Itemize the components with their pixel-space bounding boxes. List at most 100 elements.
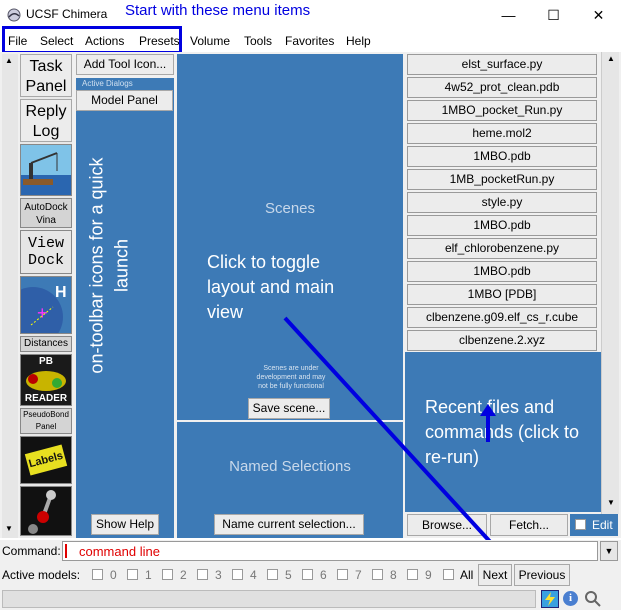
info-icon[interactable]: i — [563, 591, 578, 606]
recent-item[interactable]: 1MBO.pdb — [407, 146, 597, 167]
menu-tools[interactable]: Tools — [244, 34, 272, 48]
active-models-bar: Active models: 0 1 2 3 4 5 6 7 8 9 All N… — [0, 562, 621, 588]
recent-item[interactable]: 1MBO [PDB] — [407, 284, 597, 305]
active-dialogs-panel: Active Dialogs Model Panel on-toolbar ic… — [76, 78, 174, 538]
model-checkbox-7[interactable] — [337, 569, 348, 580]
main-area: Task Panel Reply Log AutoDock Vina View … — [0, 52, 621, 538]
model-label: 5 — [285, 568, 292, 582]
annotation-recent-files: Recent files and commands (click to re-r… — [425, 397, 580, 467]
recent-item[interactable]: elf_chlorobenzene.py — [407, 238, 597, 259]
annotation-menu-highlight — [2, 26, 182, 54]
recent-item[interactable]: 1MBO.pdb — [407, 215, 597, 236]
recent-scrollbar[interactable]: ▲ ▼ — [601, 52, 619, 514]
model-label: 2 — [180, 568, 187, 582]
command-history-dropdown[interactable]: ▼ — [600, 541, 618, 561]
model-label: 1 — [145, 568, 152, 582]
search-icon[interactable] — [584, 590, 602, 608]
model-checkbox-1[interactable] — [127, 569, 138, 580]
maximize-button[interactable]: ☐ — [531, 0, 576, 30]
autodock-vina-label: AutoDock Vina — [24, 202, 68, 226]
close-button[interactable]: ✕ — [576, 0, 621, 30]
autodock-vina-button[interactable]: AutoDock Vina — [20, 198, 72, 228]
menu-help[interactable]: Help — [346, 34, 371, 48]
tool-toolbar: Task Panel Reply Log AutoDock Vina View … — [3, 54, 72, 538]
command-bar: Command: command line ▼ — [0, 540, 621, 562]
menu-volume[interactable]: Volume — [190, 34, 230, 48]
model-label: 7 — [355, 568, 362, 582]
labels-icon[interactable]: Labels — [20, 436, 72, 484]
pb-reader-bottom-label: READER — [24, 393, 68, 404]
model-label: 6 — [320, 568, 327, 582]
model-checkbox-3[interactable] — [197, 569, 208, 580]
model-checkbox-9[interactable] — [407, 569, 418, 580]
pb-reader-icon[interactable]: PB READER — [20, 354, 72, 406]
model-checkbox-2[interactable] — [162, 569, 173, 580]
model-label: 4 — [250, 568, 257, 582]
show-help-button[interactable]: Show Help — [91, 514, 159, 535]
task-panel-button[interactable]: Task Panel — [20, 54, 72, 97]
viewdock-label: View Dock — [27, 235, 64, 269]
previous-button[interactable]: Previous — [514, 564, 570, 586]
menu-favorites[interactable]: Favorites — [285, 34, 334, 48]
scroll-up-icon[interactable]: ▲ — [607, 54, 615, 63]
model-label: 8 — [390, 568, 397, 582]
pb-reader-top-label: PB — [39, 356, 53, 367]
edit-label: Edit — [592, 518, 613, 532]
molecule-icon[interactable] — [20, 486, 72, 536]
model-panel-button[interactable]: Model Panel — [76, 90, 173, 111]
active-models-label: Active models: — [2, 568, 81, 582]
toolbar-scrollbar[interactable]: ▲ ▼ — [2, 54, 18, 538]
scenes-note: Scenes are under development and may not… — [256, 365, 326, 390]
arrow-up-icon — [480, 404, 496, 442]
pseudobond-panel-label[interactable]: PseudoBond Panel — [20, 408, 72, 434]
window-title: UCSF Chimera — [26, 7, 108, 21]
edit-toggle[interactable]: Edit — [570, 514, 618, 536]
scroll-up-icon[interactable]: ▲ — [5, 56, 13, 65]
chimera-logo-icon — [6, 7, 22, 23]
model-checkbox-8[interactable] — [372, 569, 383, 580]
recent-item[interactable]: clbenzene.2.xyz — [407, 330, 597, 351]
recent-item[interactable]: 1MB_pocketRun.py — [407, 169, 597, 190]
model-checkbox-4[interactable] — [232, 569, 243, 580]
recent-item[interactable]: 4w52_prot_clean.pdb — [407, 77, 597, 98]
model-checkbox-6[interactable] — [302, 569, 313, 580]
recent-item[interactable]: elst_surface.py — [407, 54, 597, 75]
edit-checkbox[interactable] — [575, 519, 586, 530]
autodock-icon[interactable] — [20, 144, 72, 196]
command-label: Command: — [2, 544, 61, 558]
fetch-button[interactable]: Fetch... — [490, 514, 568, 536]
status-bar: i — [0, 588, 621, 610]
model-label: 0 — [110, 568, 117, 582]
recent-item[interactable]: 1MBO_pocket_Run.py — [407, 100, 597, 121]
viewdock-button[interactable]: View Dock — [20, 230, 72, 274]
all-models-label: All — [460, 568, 474, 582]
name-current-selection-button[interactable]: Name current selection... — [214, 514, 364, 535]
distances-icon[interactable]: H + — [3, 276, 72, 347]
model-checkbox-0[interactable] — [92, 569, 103, 580]
active-dialogs-label: Active Dialogs — [82, 79, 133, 88]
annotation-toolbar-icons: on-toolbar icons for a quick launch — [86, 157, 132, 374]
task-panel-label: Task Panel — [25, 58, 67, 95]
toggle-layout-icon[interactable] — [541, 590, 559, 608]
reply-log-button[interactable]: Reply Log — [20, 99, 72, 142]
cursor-mark — [65, 544, 67, 558]
svg-text:+: + — [37, 303, 48, 323]
scroll-down-icon[interactable]: ▼ — [5, 524, 13, 533]
recent-item[interactable]: clbenzene.g09.elf_cs_r.cube — [407, 307, 597, 328]
recent-item[interactable]: 1MBO.pdb — [407, 261, 597, 282]
next-button[interactable]: Next — [478, 564, 512, 586]
recent-item[interactable]: style.py — [407, 192, 597, 213]
named-selections-title: Named Selections — [229, 458, 351, 475]
save-scene-button[interactable]: Save scene... — [248, 398, 330, 419]
add-tool-icon-button[interactable]: Add Tool Icon... — [76, 54, 174, 75]
recent-item[interactable]: heme.mol2 — [407, 123, 597, 144]
reply-log-label: Reply Log — [25, 103, 67, 140]
all-models-checkbox[interactable] — [443, 569, 454, 580]
model-checkbox-5[interactable] — [267, 569, 278, 580]
command-input[interactable]: command line — [62, 541, 598, 561]
status-field — [2, 590, 536, 608]
browse-button[interactable]: Browse... — [407, 514, 487, 536]
annotation-toggle-layout: Click to toggle layout and main view — [207, 252, 335, 322]
minimize-button[interactable]: — — [486, 0, 531, 30]
scroll-down-icon[interactable]: ▼ — [607, 498, 615, 507]
